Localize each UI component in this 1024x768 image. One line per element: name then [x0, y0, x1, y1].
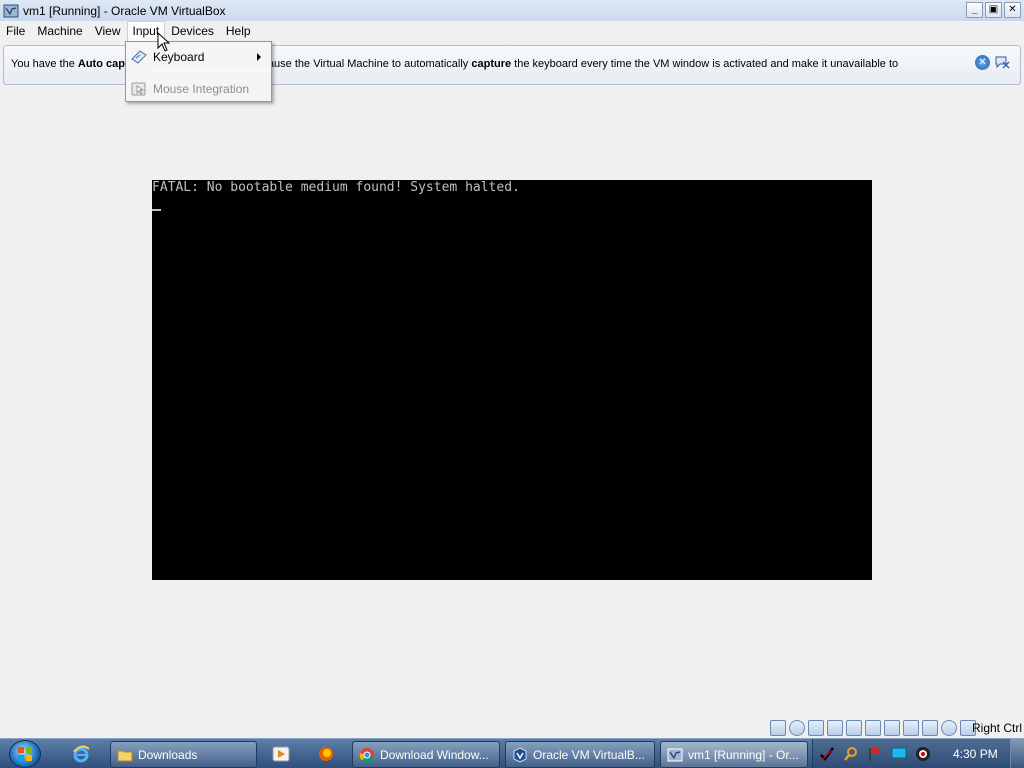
maximize-button[interactable]: ▣	[985, 2, 1002, 18]
network-tray-icon[interactable]	[891, 746, 907, 762]
start-button[interactable]	[6, 739, 44, 768]
folder-icon	[117, 747, 133, 763]
close-info-icon[interactable]: ✕	[975, 55, 990, 70]
menu-item-keyboard[interactable]: Keyboard	[126, 46, 271, 68]
mouse-pointer-icon	[157, 32, 171, 52]
window-titlebar[interactable]: vm1 [Running] - Oracle VM VirtualBox _ ▣…	[0, 0, 1024, 21]
chrome-icon	[359, 747, 375, 763]
menu-view[interactable]: View	[89, 21, 127, 42]
vm-console-cursor	[152, 209, 161, 211]
taskbar-item-label: Downloads	[138, 747, 198, 762]
menubar: File Machine View Input Devices Help	[0, 21, 1024, 42]
taskbar: Downloads Download Window... Oracle VM V…	[0, 738, 1024, 768]
internet-explorer-icon[interactable]	[70, 743, 92, 765]
minimize-button[interactable]: _	[966, 2, 983, 18]
vm-window-icon	[667, 747, 683, 763]
taskbar-item-oracle-vm-virtualbox[interactable]: Oracle VM VirtualB...	[505, 741, 655, 768]
taskbar-item-label: Download Window...	[380, 747, 489, 762]
menu-separator	[154, 70, 269, 71]
checkmark-tray-icon[interactable]	[819, 746, 835, 762]
video-capture-icon[interactable]	[903, 720, 919, 736]
taskbar-item-vm1-running[interactable]: vm1 [Running] - Or...	[660, 741, 808, 768]
input-menu-dropdown: Keyboard Mouse Integration	[125, 41, 272, 102]
usb-icon[interactable]	[846, 720, 862, 736]
info-msg-prefix: You have the	[11, 58, 78, 70]
search-tray-icon[interactable]	[843, 746, 859, 762]
vm-display[interactable]: FATAL: No bootable medium found! System …	[152, 180, 872, 580]
menu-item-mouse-integration-label: Mouse Integration	[153, 82, 250, 96]
menu-help[interactable]: Help	[220, 21, 257, 42]
volume-tray-icon[interactable]	[915, 746, 931, 762]
menu-machine[interactable]: Machine	[31, 21, 88, 42]
menu-file[interactable]: File	[0, 21, 31, 42]
vm-console-text: FATAL: No bootable medium found! System …	[152, 180, 520, 195]
media-player-icon[interactable]	[270, 743, 292, 765]
display-icon[interactable]	[884, 720, 900, 736]
menu-item-keyboard-label: Keyboard	[153, 50, 205, 64]
taskbar-item-download-windows[interactable]: Download Window...	[352, 741, 500, 768]
virtualbox-icon	[512, 746, 528, 763]
taskbar-item-label: Oracle VM VirtualB...	[533, 747, 645, 762]
network-icon[interactable]	[827, 720, 843, 736]
keyboard-icon	[130, 49, 148, 65]
mouse-integration-icon	[130, 81, 148, 97]
window-title: vm1 [Running] - Oracle VM VirtualBox	[23, 3, 226, 18]
info-msg-suffix: the keyboard every time the VM window is…	[511, 58, 899, 70]
shared-folders-icon[interactable]	[865, 720, 881, 736]
submenu-arrow-icon	[257, 53, 261, 61]
taskbar-clock[interactable]: 4:30 PM	[953, 747, 998, 761]
show-desktop-button[interactable]	[1010, 739, 1024, 768]
menu-devices[interactable]: Devices	[165, 21, 220, 42]
menu-item-mouse-integration[interactable]: Mouse Integration	[126, 78, 271, 100]
taskbar-item-downloads[interactable]: Downloads	[110, 741, 257, 768]
windows-logo-icon	[9, 740, 41, 768]
taskbar-item-label: vm1 [Running] - Or...	[688, 747, 799, 762]
flag-tray-icon[interactable]	[867, 746, 883, 762]
firefox-icon[interactable]	[315, 743, 337, 765]
optical-drive-icon[interactable]	[789, 720, 805, 736]
host-key-label[interactable]: Right Ctrl	[972, 721, 1022, 735]
virtualization-icon	[922, 720, 938, 736]
system-tray: 4:30 PM	[812, 739, 1024, 768]
close-button[interactable]: ✕	[1004, 2, 1021, 18]
virtualbox-icon	[3, 3, 19, 19]
vm-statusbar: Right Ctrl	[0, 718, 1024, 738]
mouse-capture-icon	[941, 720, 957, 736]
hard-disk-icon[interactable]	[770, 720, 786, 736]
floppy-icon[interactable]	[808, 720, 824, 736]
do-not-show-again-icon[interactable]	[994, 55, 1010, 70]
info-msg-bold-capture: capture	[471, 58, 512, 70]
info-msg-bold-auto-capture: Auto cap	[77, 58, 125, 70]
